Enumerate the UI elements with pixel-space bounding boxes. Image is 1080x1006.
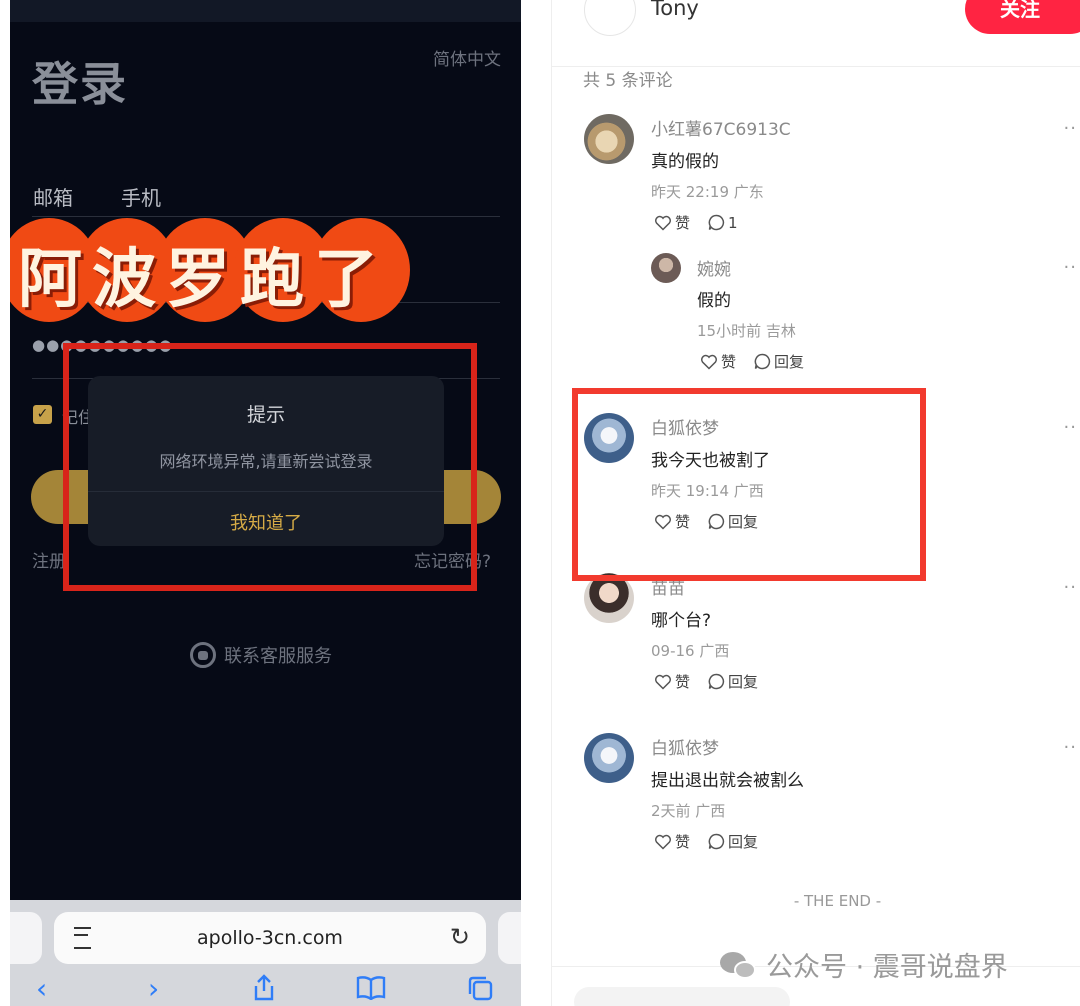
browser-nav: ‹ › — [10, 972, 521, 1006]
comment-actions: 赞 回复 — [654, 831, 758, 852]
comment-author[interactable]: 婉婉 — [697, 255, 731, 280]
author-avatar[interactable] — [584, 0, 636, 36]
browser-toolbar: apollo-3cn.com ↻ ‹ › — [10, 900, 521, 1006]
phone-screenshot: 简体中文 登录 邮箱 手机 ●●●●●●●●●● ✓ 记住 注册 忘记密码? 联… — [10, 0, 521, 1006]
comment-actions: 赞 1 — [654, 212, 738, 233]
heart-icon — [700, 354, 718, 370]
comment-icon — [708, 833, 725, 850]
end-marker: - THE END - — [793, 892, 882, 910]
like-label: 赞 — [675, 673, 691, 691]
register-link[interactable]: 注册 — [32, 547, 66, 572]
avatar[interactable] — [584, 733, 634, 783]
reply-button[interactable]: 回复 — [708, 831, 758, 852]
headset-icon — [190, 642, 216, 668]
comment-meta: 15小时前 吉林 — [697, 322, 796, 340]
like-button[interactable]: 赞 — [654, 831, 690, 852]
customer-support-link[interactable]: 联系客服服务 — [190, 642, 332, 668]
reply-label: 回复 — [728, 833, 759, 851]
url-text: apollo-3cn.com — [197, 927, 343, 949]
comment-icon — [708, 673, 725, 690]
more-icon[interactable]: ·· — [1064, 417, 1077, 438]
highlight-box — [572, 388, 926, 581]
highlight-box — [63, 343, 477, 591]
heart-icon — [654, 834, 672, 850]
comment-meta: 2天前 广西 — [651, 802, 726, 820]
avatar[interactable] — [651, 253, 681, 283]
tabs-icon[interactable] — [466, 974, 494, 1006]
back-icon[interactable]: ‹ — [36, 974, 47, 1004]
comment-count: 共 5 条评论 — [583, 71, 673, 91]
comment-text: 哪个台? — [651, 611, 712, 631]
language-switch[interactable]: 简体中文 — [433, 45, 501, 70]
author-name[interactable]: Tony — [651, 0, 699, 20]
more-icon[interactable]: ·· — [1064, 737, 1077, 758]
comment-author[interactable]: 白狐依梦 — [651, 734, 719, 759]
comments-panel: Tony 关注 共 5 条评论 小红薯67C6913C 真的假的 昨天 22:1… — [551, 0, 1080, 1006]
comment-text: 提出退出就会被割么 — [651, 771, 804, 791]
like-button[interactable]: 赞 — [654, 671, 690, 692]
support-label: 联系客服服务 — [224, 646, 332, 667]
reply-label: 回复 — [774, 353, 805, 371]
banner-text: 阿波罗跑了 — [18, 242, 388, 317]
comment-meta: 昨天 22:19 广东 — [651, 183, 764, 201]
reply-label: 回复 — [728, 673, 759, 691]
follow-button[interactable]: 关注 — [965, 0, 1080, 34]
like-label: 赞 — [675, 214, 691, 232]
bookmarks-icon[interactable] — [356, 974, 386, 1006]
share-icon[interactable] — [252, 974, 276, 1006]
more-icon[interactable]: ·· — [1064, 577, 1077, 598]
tab-phone[interactable]: 手机 — [121, 182, 161, 211]
more-icon[interactable]: ·· — [1064, 118, 1077, 139]
next-tab-preview[interactable] — [498, 912, 521, 964]
reply-button[interactable]: 1 — [708, 212, 738, 233]
like-button[interactable]: 赞 — [654, 212, 690, 233]
watermark: 公众号 · 震哥说盘界 — [720, 945, 1008, 984]
comment-icon — [708, 214, 725, 231]
avatar[interactable] — [584, 114, 634, 164]
divider — [32, 216, 500, 217]
address-bar[interactable]: apollo-3cn.com ↻ — [54, 912, 486, 964]
reply-button[interactable]: 回复 — [708, 671, 758, 692]
watermark-text: 公众号 · 震哥说盘界 — [766, 952, 1008, 983]
comment-actions: 赞 回复 — [654, 671, 758, 692]
comment-actions: 赞 回复 — [700, 351, 804, 372]
comment-text: 真的假的 — [651, 152, 719, 172]
comment-input[interactable] — [574, 987, 790, 1006]
forward-icon[interactable]: › — [148, 974, 159, 1004]
overlay-banner: 阿波罗跑了 — [10, 218, 415, 322]
wechat-icon — [720, 950, 758, 980]
like-label: 赞 — [721, 353, 737, 371]
comment-author[interactable]: 小红薯67C6913C — [651, 115, 791, 140]
more-icon[interactable]: ·· — [1064, 257, 1077, 278]
heart-icon — [654, 674, 672, 690]
heart-icon — [654, 215, 672, 231]
tab-email[interactable]: 邮箱 — [33, 182, 73, 211]
remember-checkbox[interactable]: ✓ — [33, 405, 52, 424]
comment-icon — [754, 353, 771, 370]
reply-button[interactable]: 回复 — [754, 351, 804, 372]
comment-text: 假的 — [697, 291, 731, 311]
reply-count: 1 — [728, 213, 738, 232]
prev-tab-preview[interactable] — [10, 912, 42, 964]
page-title: 登录 — [32, 57, 128, 111]
comment-meta: 09-16 广西 — [651, 642, 730, 660]
like-button[interactable]: 赞 — [700, 351, 736, 372]
status-bar — [10, 0, 521, 22]
like-label: 赞 — [675, 833, 691, 851]
reload-icon[interactable]: ↻ — [450, 923, 470, 951]
